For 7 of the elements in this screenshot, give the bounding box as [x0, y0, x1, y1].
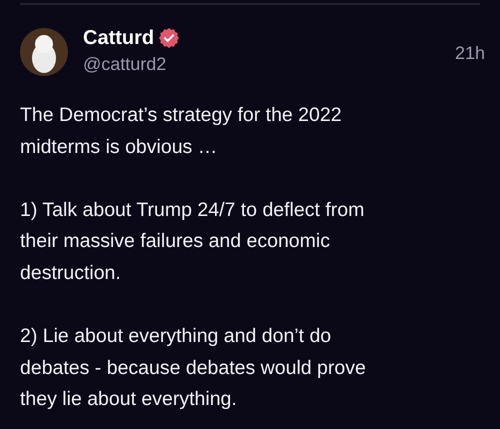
post-paragraph: The Democrat’s strategy for the 2022 midterms is obvious … [20, 103, 342, 160]
author-name[interactable]: Catturd [83, 26, 154, 50]
avatar[interactable] [20, 28, 68, 76]
author-handle[interactable]: @catturd2 [83, 53, 180, 75]
post-time: 21h [454, 42, 485, 65]
post-paragraph: 1) Talk about Trump 24/7 to deflect from their massive failures and economic destruction. [20, 198, 364, 286]
post-paragraph: 2) Lie about everything and don’t do debates - because debates would prove they lie about everything. [20, 324, 366, 412]
